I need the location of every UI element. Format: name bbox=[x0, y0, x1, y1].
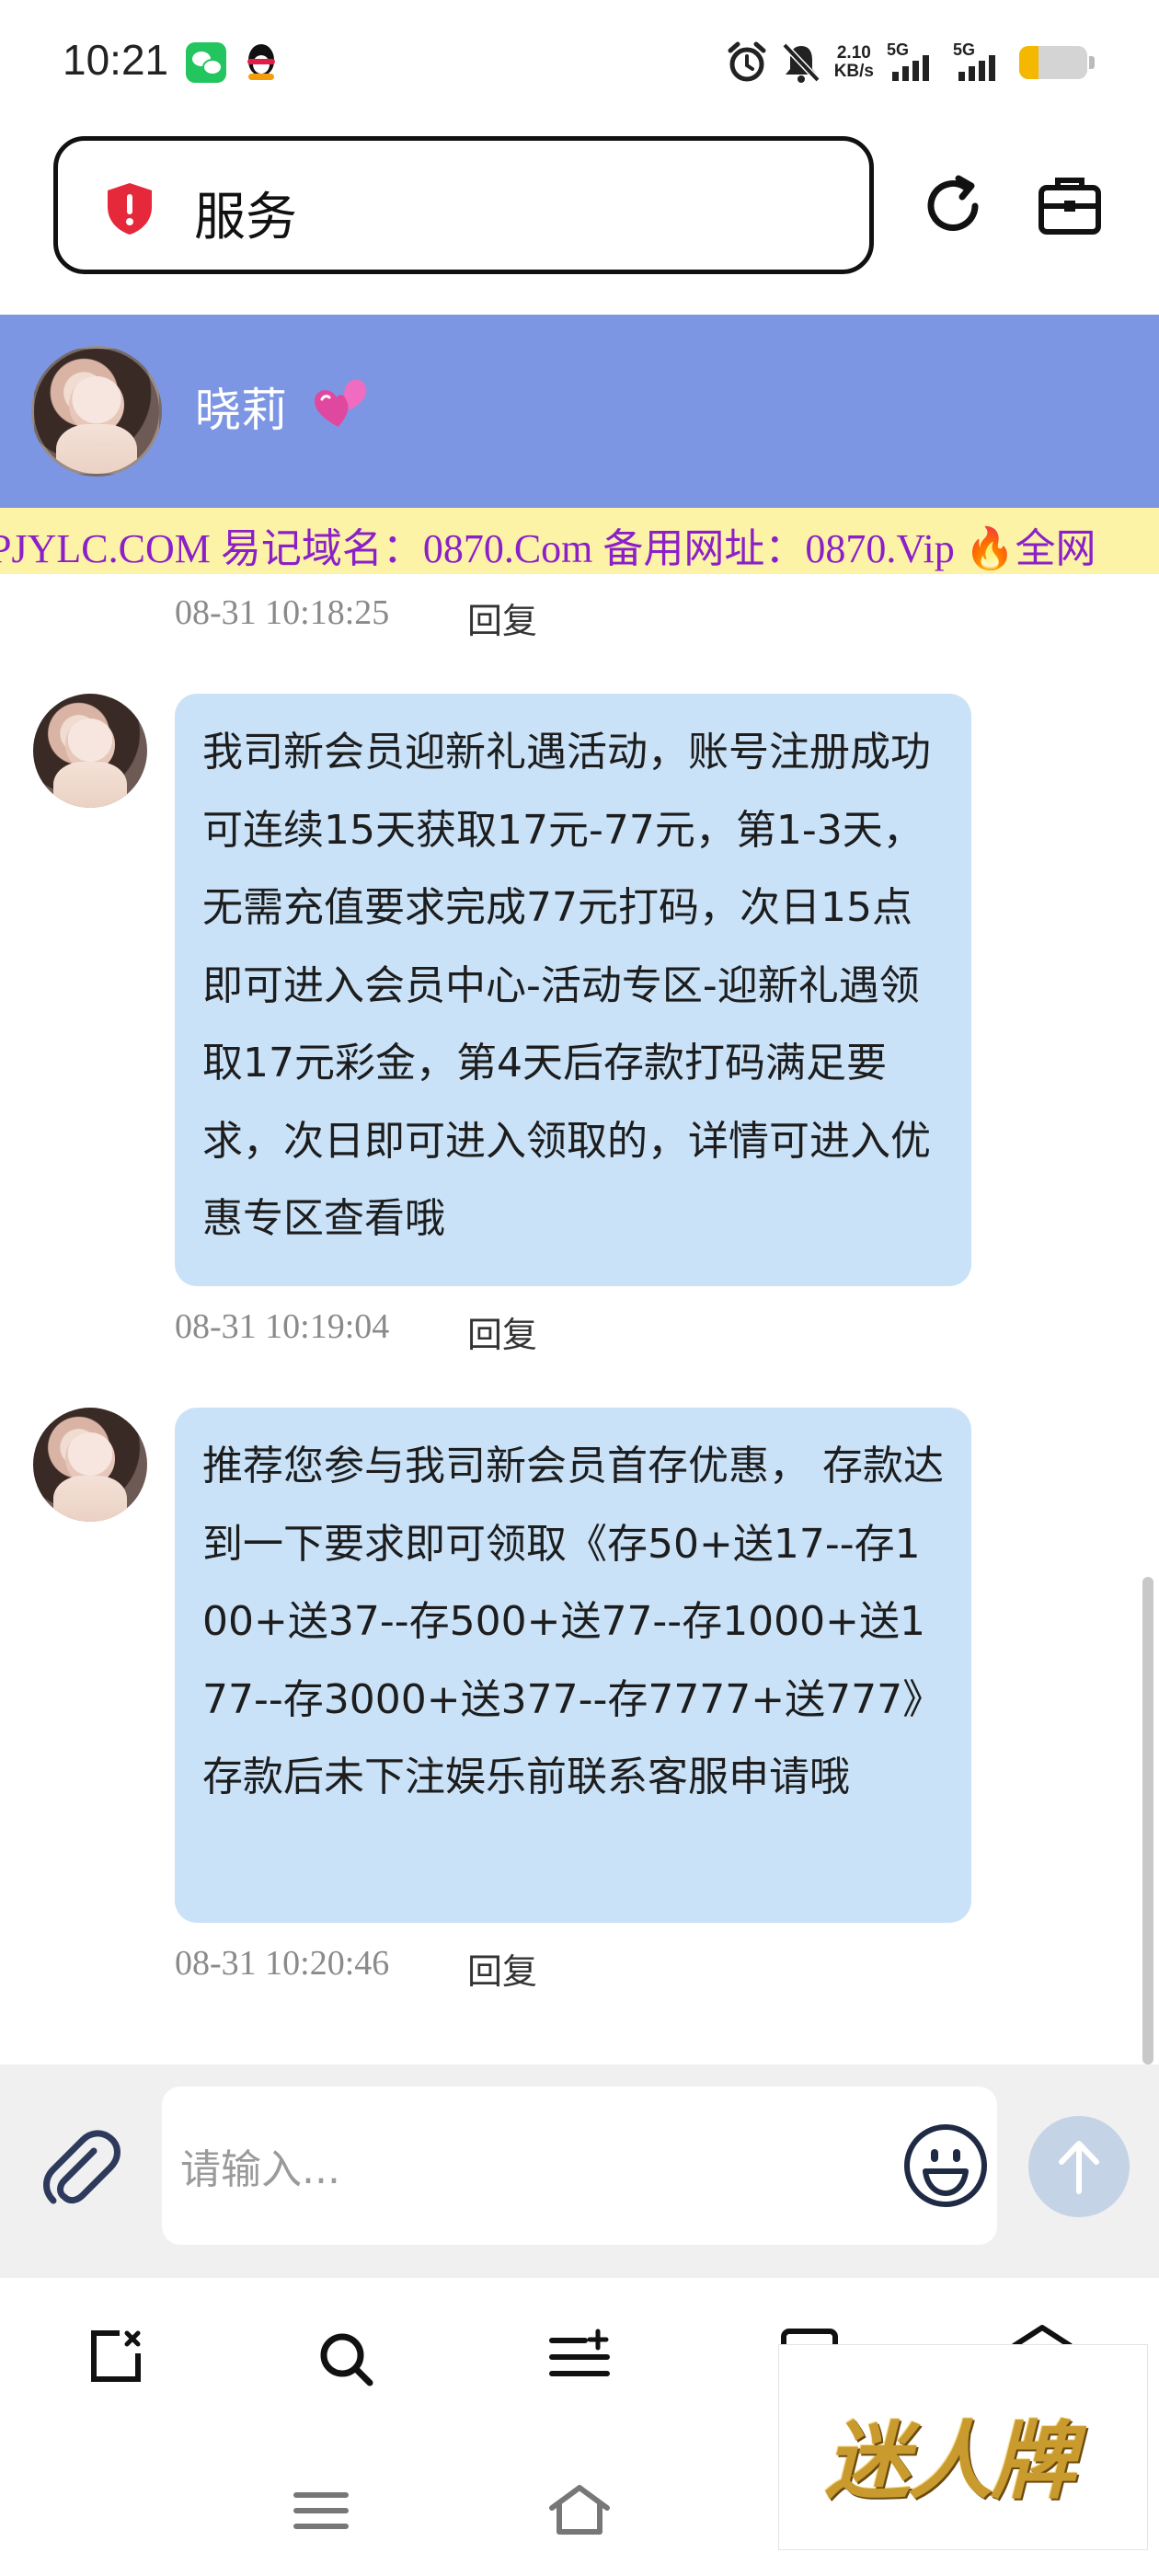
reload-icon[interactable] bbox=[916, 169, 990, 243]
signal-icon: 5G bbox=[953, 40, 1006, 81]
watermark-logo: 迷人牌 bbox=[778, 2344, 1148, 2550]
status-icons: 2.10 KB/s 5G 5G bbox=[726, 37, 1095, 88]
status-time: 10:21 bbox=[63, 36, 169, 84]
arrow-up-icon bbox=[1059, 2141, 1099, 2194]
message-timestamp: 08-31 10:20:46 bbox=[175, 1944, 390, 1983]
reply-link[interactable]: 回复 bbox=[467, 1943, 537, 1994]
tab-box-icon[interactable] bbox=[1036, 171, 1104, 239]
reply-link[interactable]: 回复 bbox=[467, 1306, 537, 1357]
message-text: 推荐您参与我司新会员首存优惠， 存款达到一下要求即可领取《存50+送17--存1… bbox=[202, 1443, 944, 1800]
reply-link[interactable]: 回复 bbox=[467, 592, 537, 643]
status-bar: 10:21 2.10 KB/s 5G 5G bbox=[0, 0, 1159, 124]
paperclip-icon[interactable] bbox=[37, 2125, 125, 2214]
two-hearts-icon bbox=[315, 379, 367, 427]
signal-icon: 5G bbox=[887, 40, 940, 81]
avatar[interactable] bbox=[33, 694, 147, 808]
message-bubble: 推荐您参与我司新会员首存优惠， 存款达到一下要求即可领取《存50+送17--存1… bbox=[175, 1408, 971, 1923]
message-timestamp: 08-31 10:18:25 bbox=[175, 593, 390, 632]
send-button[interactable] bbox=[1028, 2116, 1130, 2217]
hamburger-menu-icon[interactable] bbox=[293, 2490, 350, 2532]
message-text: 我司新会员迎新礼遇活动，账号注册成功可连续15天获取17元-77元，第1-3天，… bbox=[202, 729, 931, 1242]
menu-list-icon[interactable] bbox=[548, 2328, 613, 2386]
battery-icon bbox=[1019, 46, 1087, 79]
home-icon[interactable] bbox=[1010, 2324, 1074, 2346]
agent-name: 晓莉 bbox=[195, 384, 287, 437]
search-icon[interactable] bbox=[316, 2329, 375, 2388]
wechat-icon bbox=[186, 42, 226, 83]
announcement-marquee: PJYLC.COM 易记域名：0870.Com 备用网址：0870.Vip 🔥全… bbox=[0, 508, 1159, 574]
avatar[interactable] bbox=[33, 1408, 147, 1522]
message-bubble: 我司新会员迎新礼遇活动，账号注册成功可连续15天获取17元-77元，第1-3天，… bbox=[175, 694, 971, 1286]
watermark-text: 迷人牌 bbox=[825, 2411, 1075, 2511]
avatar[interactable] bbox=[31, 346, 162, 477]
shield-alert-icon[interactable] bbox=[104, 181, 155, 236]
message-input[interactable]: 请输入... bbox=[162, 2087, 997, 2245]
net-speed: 2.10 KB/s bbox=[833, 43, 874, 81]
message-timestamp: 08-31 10:19:04 bbox=[175, 1307, 390, 1346]
url-text[interactable]: 服务 bbox=[194, 176, 297, 250]
chat-header bbox=[0, 315, 1159, 508]
scrollbar[interactable] bbox=[1142, 1577, 1153, 2064]
input-placeholder: 请输入... bbox=[180, 2146, 340, 2193]
url-bar[interactable]: 服务 bbox=[53, 136, 874, 274]
home-outline-icon[interactable] bbox=[546, 2482, 613, 2537]
qq-icon bbox=[241, 42, 281, 83]
marquee-text: PJYLC.COM 易记域名：0870.Com 备用网址：0870.Vip 🔥全… bbox=[0, 526, 1096, 571]
alarm-icon bbox=[728, 41, 766, 82]
smiley-icon[interactable] bbox=[901, 2122, 990, 2210]
mute-bell-icon bbox=[782, 42, 820, 83]
new-tab-icon[interactable] bbox=[86, 2328, 145, 2386]
